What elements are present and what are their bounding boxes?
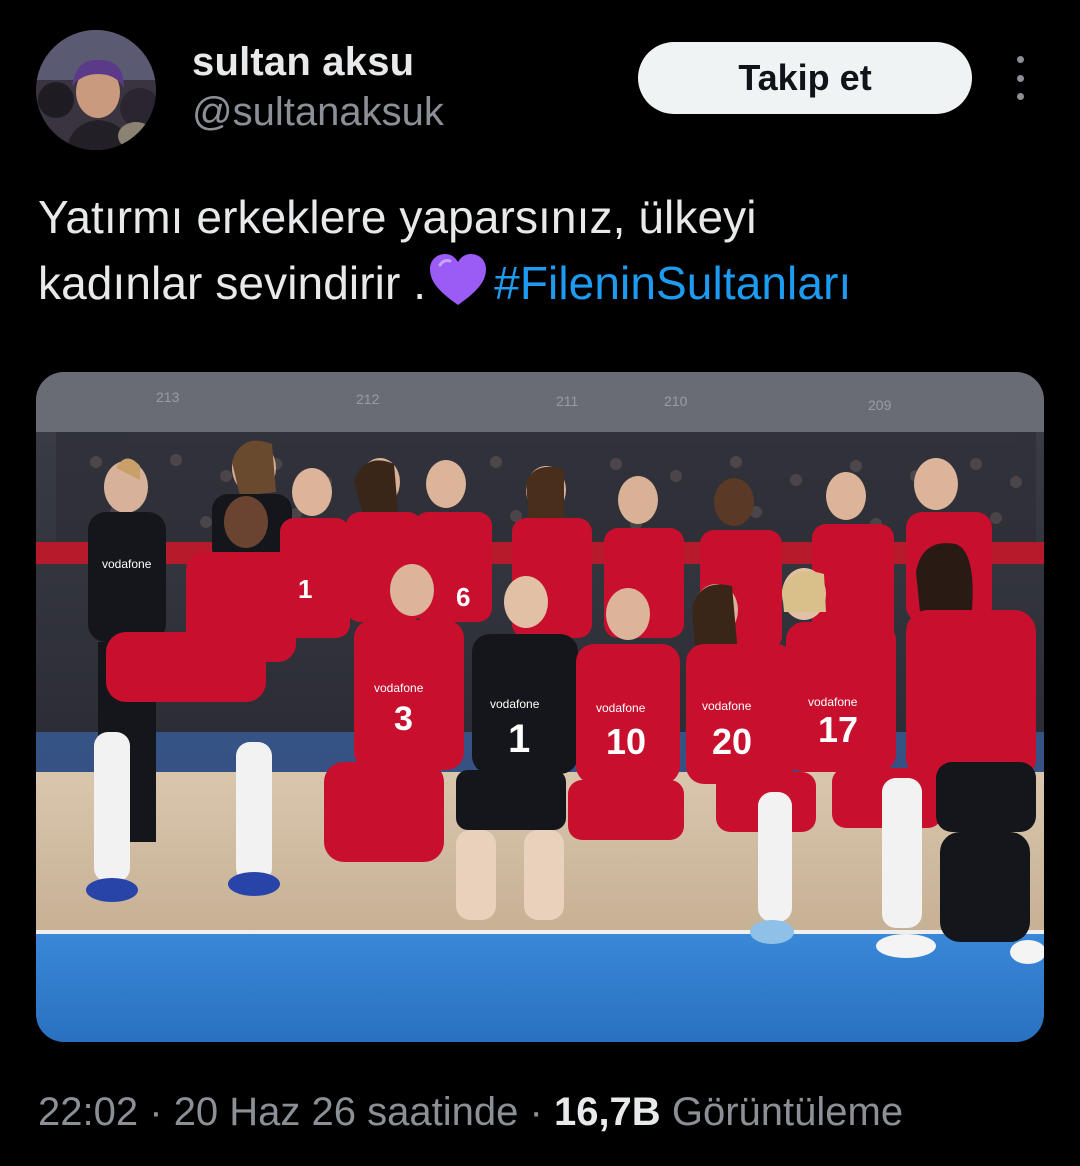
jersey-number: 10	[606, 721, 646, 762]
section-number: 209	[868, 397, 892, 413]
tweet-time[interactable]: 22:02	[38, 1090, 138, 1134]
sponsor-logo: vodafone	[808, 695, 858, 709]
section-number: 212	[356, 391, 380, 407]
avatar-image	[36, 30, 156, 150]
username-handle[interactable]: @sultanaksuk	[192, 88, 444, 136]
tweet-text-line: Yatırmı erkeklere yaparsınız, ülkeyi	[38, 191, 757, 243]
jersey-number: 1	[508, 717, 530, 761]
jersey-number: 20	[712, 721, 752, 762]
section-number: 210	[664, 393, 688, 409]
jersey-numbers-extra: 1	[298, 574, 312, 604]
meta-separator: ·	[529, 1090, 543, 1134]
tweet-text: Yatırmı erkeklere yaparsınız, ülkeyi kad…	[38, 184, 1048, 324]
tweet-header: sultan aksu @sultanaksuk Takip et	[36, 30, 1044, 150]
avatar[interactable]	[36, 30, 156, 150]
tweet-text-fragment: kadınlar sevindirir .	[38, 257, 427, 309]
sponsor-logo: vodafone	[596, 701, 646, 715]
jersey-number: 1	[298, 574, 312, 604]
hashtag-link[interactable]: #FileninSultanları	[494, 257, 851, 309]
more-dot	[1016, 74, 1024, 82]
more-options-button[interactable]	[1002, 56, 1038, 100]
views-count: 16,7B	[553, 1090, 661, 1134]
sponsor-logo: vodafone	[102, 557, 152, 571]
tweet-meta: 22:02 · 20 Haz 26 saatinde · 16,7B Görün…	[38, 1088, 903, 1136]
team-photo: 213 212 211 210 209 6 3 1 10 20 17 vodaf…	[36, 372, 1044, 1042]
tweet-date[interactable]: 20 Haz 26 saatinde	[174, 1090, 519, 1134]
section-number: 211	[556, 393, 579, 409]
sponsor-logo: vodafone	[490, 697, 540, 711]
user-info[interactable]: sultan aksu @sultanaksuk	[192, 40, 444, 136]
more-dot	[1016, 93, 1024, 100]
follow-button[interactable]: Takip et	[638, 42, 972, 114]
more-dot	[1016, 56, 1024, 63]
tweet-text-line: kadınlar sevindirir . #FileninSultanları	[38, 250, 1048, 324]
sponsor-logo: vodafone	[374, 681, 424, 695]
display-name[interactable]: sultan aksu	[192, 40, 444, 84]
jersey-number: 6	[456, 582, 470, 612]
purple-heart-icon	[428, 253, 488, 324]
section-number: 213	[156, 389, 180, 405]
tweet-photo[interactable]: 213 212 211 210 209 6 3 1 10 20 17 vodaf…	[36, 372, 1044, 1042]
meta-separator: ·	[149, 1090, 163, 1134]
views-label: Görüntüleme	[671, 1090, 904, 1134]
jersey-number: 3	[394, 700, 413, 738]
jersey-number: 17	[818, 709, 858, 750]
sponsor-logo: vodafone	[702, 699, 752, 713]
